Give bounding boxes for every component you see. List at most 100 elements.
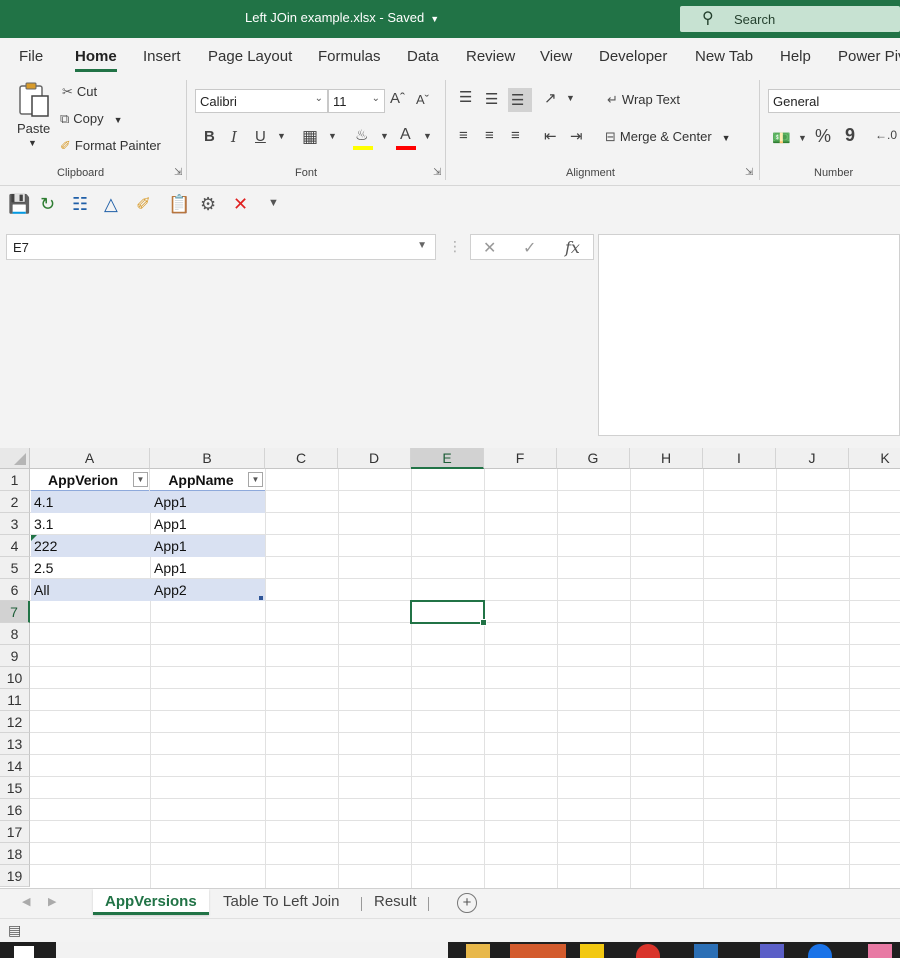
tab-file[interactable]: File — [19, 48, 43, 65]
chevron-down-icon[interactable]: ▼ — [380, 131, 389, 141]
active-cell-e7[interactable] — [410, 600, 487, 626]
bold-button[interactable]: B — [204, 128, 215, 145]
format-painter-button[interactable]: ✐ Format Painter — [60, 138, 161, 154]
taskbar-app-icon[interactable] — [510, 944, 566, 958]
row-header[interactable]: 4 — [0, 535, 30, 557]
copy-button[interactable]: ⧉ Copy ▼ — [60, 111, 123, 127]
taskbar-app-icon[interactable] — [868, 944, 892, 958]
column-header-g[interactable]: G — [557, 448, 630, 469]
tab-review[interactable]: Review — [466, 48, 515, 65]
column-header-e[interactable]: E — [411, 448, 484, 469]
table-cell[interactable]: App2 — [151, 579, 265, 601]
number-format-select[interactable]: General — [768, 89, 900, 113]
close-icon[interactable]: ✕ — [233, 194, 248, 215]
chevron-down-icon[interactable]: ▼ — [566, 93, 575, 103]
row-header[interactable]: 7 — [0, 601, 30, 623]
select-all-button[interactable] — [0, 448, 30, 469]
filter-dropdown-icon[interactable]: ▼ — [248, 472, 263, 487]
fill-color-icon[interactable]: ♨ — [355, 126, 368, 144]
column-header-d[interactable]: D — [338, 448, 411, 469]
dialog-launcher-icon[interactable]: ⇲ — [433, 167, 441, 178]
table-cell[interactable]: App1 — [151, 557, 265, 579]
row-header[interactable]: 8 — [0, 623, 30, 645]
row-header[interactable]: 11 — [0, 689, 30, 711]
name-box[interactable]: E7 ▼ — [6, 234, 436, 260]
cut-button[interactable]: ✂ Cut — [62, 84, 97, 100]
worksheet-grid[interactable]: A B C D E F G H I J K 1 2 3 4 5 6 7 8 9 … — [0, 448, 900, 888]
paste-special-icon[interactable]: 📋 — [168, 194, 190, 215]
wrap-text-button[interactable]: ↵ Wrap Text — [607, 92, 680, 108]
tab-help[interactable]: Help — [780, 48, 811, 65]
table-cell[interactable]: 2.5 — [31, 557, 149, 579]
customize-qat-icon[interactable]: ▼ — [268, 197, 279, 209]
table-cell[interactable]: 3.1 — [31, 513, 149, 535]
table-cell[interactable]: 222 — [31, 535, 149, 557]
percent-style-button[interactable]: % — [815, 126, 831, 147]
dialog-launcher-icon[interactable]: ⇲ — [174, 167, 182, 178]
row-header[interactable]: 17 — [0, 821, 30, 843]
table-header-appname[interactable]: AppName — [151, 469, 251, 491]
paintbrush-icon[interactable]: ✐ — [136, 194, 151, 215]
decrease-indent-icon[interactable]: ⇤ — [544, 127, 557, 145]
tab-power-pivot[interactable]: Power Piv — [838, 48, 900, 65]
tab-developer[interactable]: Developer — [599, 48, 667, 65]
edge-icon[interactable] — [808, 944, 832, 958]
font-color-icon[interactable]: A — [400, 126, 411, 144]
filter-dropdown-icon[interactable]: ▼ — [133, 472, 148, 487]
table-cell[interactable]: App1 — [151, 513, 265, 535]
column-header-i[interactable]: I — [703, 448, 776, 469]
column-header-a[interactable]: A — [30, 448, 150, 469]
sheet-tab-table-to-left-join[interactable]: Table To Left Join — [211, 889, 351, 915]
chevron-down-icon[interactable]: ▼ — [798, 133, 807, 143]
table-resize-handle[interactable] — [259, 596, 263, 600]
row-header[interactable]: 6 — [0, 579, 30, 601]
scroll-right-icon[interactable]: ▶ — [48, 895, 56, 908]
sheet-tab-appversions[interactable]: AppVersions — [93, 889, 209, 915]
align-left-icon[interactable]: ≡ — [459, 127, 468, 144]
align-center-icon[interactable]: ≡ — [485, 127, 494, 144]
tab-formulas[interactable]: Formulas — [318, 48, 381, 65]
italic-button[interactable]: I — [231, 128, 237, 146]
column-header-j[interactable]: J — [776, 448, 849, 469]
shape-icon[interactable]: △ — [104, 194, 118, 215]
table-cell[interactable]: App1 — [151, 535, 265, 557]
row-header[interactable]: 12 — [0, 711, 30, 733]
column-header-h[interactable]: H — [630, 448, 703, 469]
table-cell[interactable]: All — [31, 579, 149, 601]
power-bi-icon[interactable] — [580, 944, 604, 958]
insert-function-icon[interactable]: fx — [565, 238, 580, 257]
teams-icon[interactable] — [760, 944, 784, 958]
font-size-select[interactable]: 11 ⌄ — [328, 89, 385, 113]
accounting-format-icon[interactable]: 💵 — [772, 129, 791, 147]
paste-button[interactable]: Paste — [17, 121, 50, 136]
paste-dropdown-icon[interactable]: ▼ — [28, 138, 37, 148]
chevron-down-icon[interactable]: ▼ — [430, 14, 439, 24]
search-box[interactable]: ⚲ Search — [680, 6, 900, 32]
tab-data[interactable]: Data — [407, 48, 439, 65]
align-top-icon[interactable]: ☰ — [459, 88, 472, 106]
merge-center-button[interactable]: ⊟ Merge & Center ▼ — [605, 129, 731, 145]
decrease-font-size-icon[interactable]: Aˇ — [416, 92, 429, 107]
vscode-icon[interactable] — [694, 944, 718, 958]
column-header-f[interactable]: F — [484, 448, 557, 469]
window-title[interactable]: Left JOin example.xlsx - Saved ▼ — [245, 10, 439, 25]
row-header[interactable]: 15 — [0, 777, 30, 799]
hierarchy-icon[interactable]: ☷ — [72, 194, 88, 215]
paste-icon[interactable] — [16, 80, 52, 120]
taskbar-search[interactable] — [56, 942, 448, 958]
increase-font-size-icon[interactable]: Aˆ — [390, 90, 405, 107]
tab-page-layout[interactable]: Page Layout — [208, 48, 292, 65]
tab-insert[interactable]: Insert — [143, 48, 181, 65]
enter-icon[interactable]: ✓ — [523, 238, 536, 258]
align-middle-icon[interactable]: ☰ — [485, 90, 498, 108]
align-right-icon[interactable]: ≡ — [511, 127, 520, 144]
row-header[interactable]: 13 — [0, 733, 30, 755]
row-header[interactable]: 2 — [0, 491, 30, 513]
row-header[interactable]: 1 — [0, 469, 30, 491]
row-header[interactable]: 5 — [0, 557, 30, 579]
tab-new-tab[interactable]: New Tab — [695, 48, 753, 65]
sheet-tab-result[interactable]: Result — [362, 889, 429, 915]
file-explorer-icon[interactable] — [466, 944, 490, 958]
row-header[interactable]: 10 — [0, 667, 30, 689]
borders-icon[interactable]: ▦ — [302, 127, 318, 147]
